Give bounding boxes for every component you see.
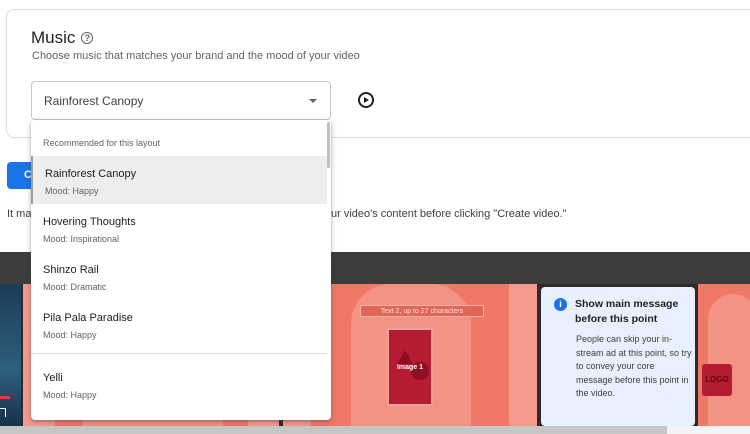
track-option-yelli[interactable]: Yelli Mood: Happy [31, 360, 327, 408]
hint-text-right: ur video's content before clicking "Crea… [331, 208, 567, 220]
info-icon: i [554, 298, 567, 311]
track-mood: Mood: Inspirational [43, 234, 120, 244]
track-name: Rainforest Canopy [45, 168, 137, 180]
track-option-rainforest-canopy[interactable]: Rainforest Canopy Mood: Happy [31, 156, 327, 204]
track-name: Shinzo Rail [43, 264, 99, 276]
skip-point-info-panel: i Show main message before this point Pe… [541, 287, 695, 426]
fullscreen-icon[interactable] [0, 408, 6, 417]
page: Music ? Choose music that matches your b… [0, 0, 750, 434]
track-option-hovering-thoughts[interactable]: Hovering Thoughts Mood: Inspirational [31, 204, 327, 252]
frame-caption: Text 2, up to 27 characters [360, 305, 484, 317]
track-mood: Mood: Happy [45, 186, 99, 196]
help-icon[interactable]: ? [81, 32, 94, 44]
music-select-value: Rainforest Canopy [44, 94, 144, 108]
playhead-marker [0, 396, 10, 399]
music-heading: Music ? [31, 28, 94, 48]
track-mood: Mood: Happy [43, 390, 97, 400]
dropdown-header: Recommended for this layout [43, 138, 161, 148]
track-mood: Mood: Happy [43, 330, 97, 340]
track-name: Hovering Thoughts [43, 216, 136, 228]
music-select[interactable]: Rainforest Canopy [31, 81, 331, 120]
logo-placeholder: LOGO [702, 364, 732, 396]
horizontal-scrollbar-thumb[interactable] [0, 426, 667, 434]
dropdown-arrow-icon [309, 99, 317, 103]
image-placeholder: Image 1 [387, 328, 433, 406]
image-label: Image 1 [396, 364, 424, 371]
music-title: Music [31, 28, 76, 47]
track-name: Yelli [43, 372, 63, 384]
image-triangle-icon [397, 350, 413, 364]
dropdown-scrollbar[interactable] [327, 122, 330, 168]
dropdown-divider [31, 353, 327, 354]
info-title: Show main message before this point [575, 298, 679, 325]
play-preview-icon[interactable] [358, 92, 374, 108]
info-body: People can skip your in-stream ad at thi… [576, 334, 692, 398]
video-frame-dark [0, 284, 21, 426]
music-subtitle: Choose music that matches your brand and… [32, 50, 360, 62]
hint-text-left: It ma [7, 208, 32, 220]
track-option-shinzo-rail[interactable]: Shinzo Rail Mood: Dramatic [31, 252, 327, 300]
video-frame-3: LOGO [698, 284, 750, 426]
track-name: Pila Pala Paradise [43, 312, 133, 324]
track-mood: Mood: Dramatic [43, 282, 107, 292]
track-option-pila-pala-paradise[interactable]: Pila Pala Paradise Mood: Happy [31, 300, 327, 348]
music-dropdown-menu: Recommended for this layout Rainforest C… [31, 120, 331, 420]
